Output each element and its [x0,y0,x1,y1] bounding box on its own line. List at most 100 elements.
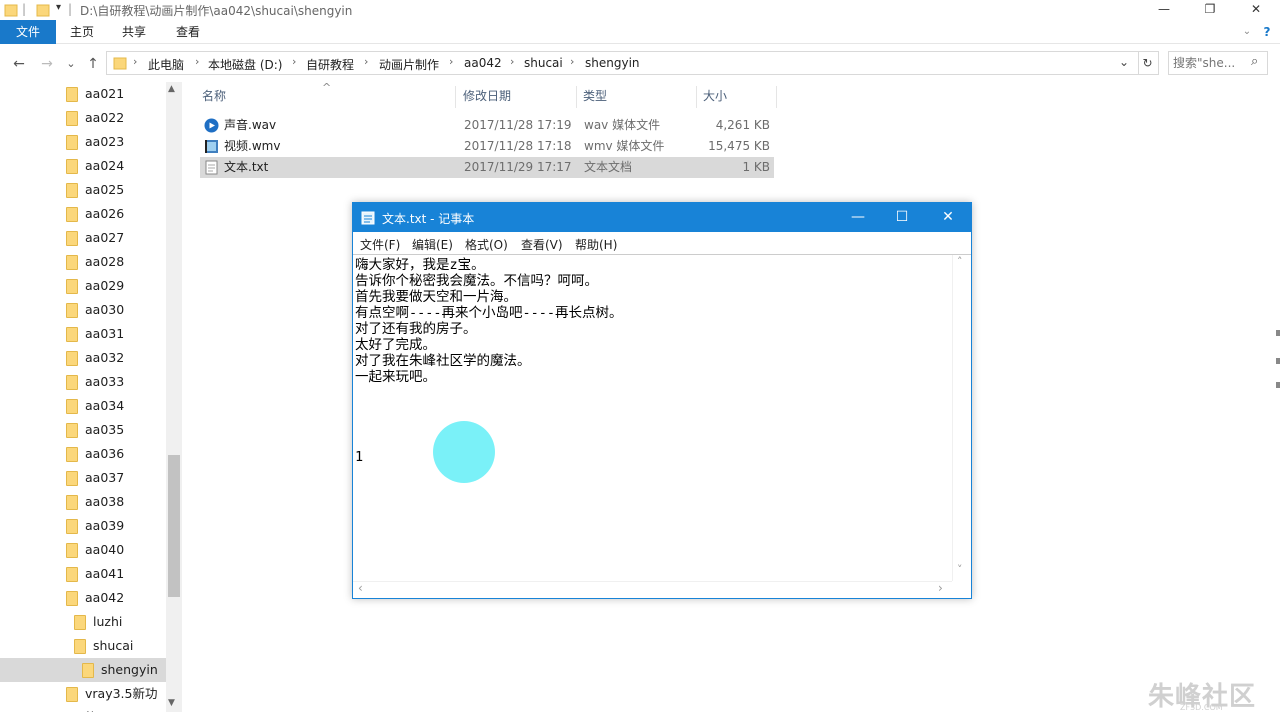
nav-item-aa026[interactable]: aa026 [0,202,166,226]
nav-item-vray3-5-[interactable]: vray3.5新功能 [0,682,166,712]
column-header-name[interactable]: 名称 ^ [198,81,456,108]
nav-item-label: aa034 [85,398,125,413]
search-box[interactable]: ⌕ [1168,51,1268,75]
nav-item-aa042[interactable]: aa042 [0,586,166,610]
search-icon[interactable]: ⌕ [1251,54,1258,69]
file-row[interactable]: 声音.wav 2017/11/28 17:19 wav 媒体文件 4,261 KB [200,115,774,136]
menu-view[interactable]: 查看(V) [521,236,563,253]
nav-scrollbar-thumb[interactable] [168,455,180,597]
nav-item-aa028[interactable]: aa028 [0,250,166,274]
nav-item-aa029[interactable]: aa029 [0,274,166,298]
menu-help[interactable]: 帮助(H) [575,236,617,253]
nav-item-aa035[interactable]: aa035 [0,418,166,442]
folder-icon [66,591,78,606]
nav-item-aa022[interactable]: aa022 [0,106,166,130]
nav-item-aa039[interactable]: aa039 [0,514,166,538]
nav-item-aa041[interactable]: aa041 [0,562,166,586]
search-input[interactable] [1173,55,1249,71]
ribbon-expand-icon[interactable]: ⌄ [1240,20,1254,44]
notepad-horizontal-scrollbar[interactable]: ‹ › [353,581,952,598]
column-name-label: 名称 [202,89,227,103]
nav-item-shucai[interactable]: shucai [0,634,166,658]
scroll-up-icon[interactable]: ˄ [957,255,963,268]
menu-file[interactable]: 文件(F) [360,236,400,253]
column-header-size[interactable]: 大小 [699,86,777,108]
folder-icon [113,56,127,73]
notepad-vertical-scrollbar[interactable]: ˄ ˅ [952,255,969,581]
nav-item-aa037[interactable]: aa037 [0,466,166,490]
notepad-window[interactable]: 文本.txt - 记事本 — ☐ ✕ 文件(F) 编辑(E) 格式(O) 查看(… [352,202,972,599]
tab-view[interactable]: 查看 [170,20,206,44]
address-dropdown-icon[interactable]: ⌄ [1119,55,1129,69]
column-header-date[interactable]: 修改日期 [459,86,577,108]
tab-share[interactable]: 共享 [116,20,152,44]
nav-item-shengyin[interactable]: shengyin [0,658,166,682]
notepad-maximize-button[interactable]: ☐ [879,203,925,232]
menu-edit[interactable]: 编辑(E) [412,236,453,253]
notepad-title-bar[interactable]: 文本.txt - 记事本 — ☐ ✕ [353,203,971,232]
tab-file[interactable]: 文件 [0,20,56,44]
tab-home[interactable]: 主页 [64,20,100,44]
nav-item-aa036[interactable]: aa036 [0,442,166,466]
scroll-right-icon[interactable]: › [938,581,943,595]
breadcrumb-aa042[interactable]: aa042 [464,56,502,70]
notepad-close-button[interactable]: ✕ [925,203,971,232]
nav-item-aa027[interactable]: aa027 [0,226,166,250]
close-button[interactable]: ✕ [1234,0,1278,20]
nav-item-aa030[interactable]: aa030 [0,298,166,322]
nav-scroll-down-button[interactable]: ▼ [168,698,175,708]
status-bar [0,712,1280,720]
file-row[interactable]: 视频.wmv 2017/11/28 17:18 wmv 媒体文件 15,475 KB [200,136,774,157]
folder-icon [66,423,78,438]
notepad-minimize-button[interactable]: — [835,203,881,232]
folder-icon [74,639,86,654]
column-header-type[interactable]: 类型 [579,86,697,108]
nav-item-aa038[interactable]: aa038 [0,490,166,514]
folder-icon [66,279,78,294]
minimize-button[interactable]: — [1142,0,1186,20]
nav-item-label: shucai [93,638,134,653]
nav-item-aa033[interactable]: aa033 [0,370,166,394]
nav-item-aa031[interactable]: aa031 [0,322,166,346]
nav-item-luzhi[interactable]: luzhi [0,610,166,634]
scroll-left-icon[interactable]: ‹ [358,581,363,595]
nav-item-aa034[interactable]: aa034 [0,394,166,418]
restore-button[interactable]: ❐ [1188,0,1232,20]
file-row[interactable]: 文本.txt 2017/11/29 17:17 文本文档 1 KB [200,157,774,178]
quick-folder-icon[interactable] [36,2,50,18]
forward-button[interactable]: → [38,55,56,73]
address-bar[interactable]: › 此电脑 › 本地磁盘 (D:) › 自研教程 › 动画片制作 › aa042… [106,51,1139,75]
up-button[interactable]: ↑ [84,55,102,73]
nav-item-label: aa029 [85,278,125,293]
menu-format[interactable]: 格式(O) [465,236,508,253]
text-file-icon [204,160,219,175]
breadcrumb-local-disk[interactable]: 本地磁盘 (D:) [208,56,282,73]
breadcrumb-shengyin[interactable]: shengyin [585,56,640,70]
nav-item-aa032[interactable]: aa032 [0,346,166,370]
nav-item-aa021[interactable]: aa021 [0,82,166,106]
nav-item-aa025[interactable]: aa025 [0,178,166,202]
nav-scroll-up-button[interactable]: ▲ [168,84,175,94]
separator: | [22,2,27,16]
file-type: wav 媒体文件 [584,118,661,132]
notepad-menu-bar: 文件(F) 编辑(E) 格式(O) 查看(V) 帮助(H) [353,232,971,254]
breadcrumb-tutorials[interactable]: 自研教程 [306,56,354,73]
back-button[interactable]: ← [10,55,28,73]
cursor-highlight [433,421,495,483]
breadcrumb-this-pc[interactable]: 此电脑 [148,56,184,73]
scroll-down-icon[interactable]: ˅ [957,563,963,576]
folder-icon [66,687,78,702]
breadcrumb-shucai[interactable]: shucai [524,56,563,70]
nav-item-aa023[interactable]: aa023 [0,130,166,154]
refresh-button[interactable]: ↻ [1137,51,1159,75]
quick-access-dropdown-icon[interactable]: ▾ [56,2,61,18]
folder-icon [66,375,78,390]
recent-locations-button[interactable]: ⌄ [62,55,80,73]
nav-item-aa040[interactable]: aa040 [0,538,166,562]
nav-item-label: aa042 [85,590,125,605]
nav-item-aa024[interactable]: aa024 [0,154,166,178]
nav-scrollbar[interactable] [166,82,182,712]
file-name: 文本.txt [224,160,269,174]
help-icon[interactable]: ? [1260,20,1274,44]
breadcrumb-animation[interactable]: 动画片制作 [379,56,439,73]
